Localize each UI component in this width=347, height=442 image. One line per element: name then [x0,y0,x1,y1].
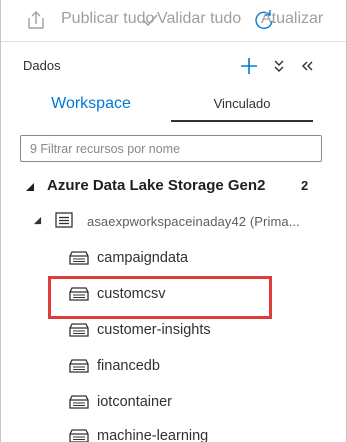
container-label: machine-learning [97,428,209,442]
expanded-caret-icon [26,183,34,191]
container-icon [69,395,89,409]
container-item[interactable]: financedb [61,352,346,382]
highlight-box [48,276,272,319]
validate-all-button[interactable]: Validar tudo [157,10,241,28]
container-label: financedb [97,358,160,374]
double-chevron-left-icon [302,61,313,71]
section-label: Azure Data Lake Storage Gen2 [47,177,266,194]
tab-vinculado[interactable]: Vinculado [171,90,313,122]
container-item[interactable]: machine-learning [61,422,346,442]
storage-account-icon [55,212,73,228]
expanded-caret-icon [33,216,42,225]
plus-icon [241,58,257,74]
data-hub-panel: Publicar tudo Validar tudo Atualizar Dad… [0,0,347,442]
container-icon [69,251,89,265]
container-item[interactable]: iotcontainer [61,388,346,418]
add-resource-button[interactable] [237,54,261,78]
container-label: iotcontainer [97,394,172,410]
collapse-all-button[interactable] [267,54,291,78]
storage-account-node[interactable]: asaexpworkspaceinaday42 (Prima... [29,206,346,236]
container-icon [69,359,89,373]
pane-title: Dados [23,58,61,73]
publish-all-button[interactable]: Publicar tudo [61,10,154,28]
upload-icon[interactable] [27,10,45,30]
container-label: campaigndata [97,250,189,266]
toolbar: Publicar tudo Validar tudo Atualizar [1,0,346,42]
container-item[interactable]: campaigndata [61,244,346,274]
container-label: customer-insights [97,322,211,338]
collapse-pane-button[interactable] [295,54,319,78]
storage-account-label: asaexpworkspaceinaday42 (Prima... [87,214,300,229]
filter-resources-input[interactable] [20,135,322,162]
selected-tab-indicator [171,120,313,122]
container-icon [69,323,89,337]
container-icon [69,429,89,442]
container-item[interactable]: customer-insights [61,316,346,346]
tab-workspace[interactable]: Workspace [41,90,141,122]
check-icon [142,14,158,27]
double-chevron-down-icon [274,60,284,72]
refresh-button[interactable]: Atualizar [261,10,323,28]
section-count: 2 [301,178,309,193]
